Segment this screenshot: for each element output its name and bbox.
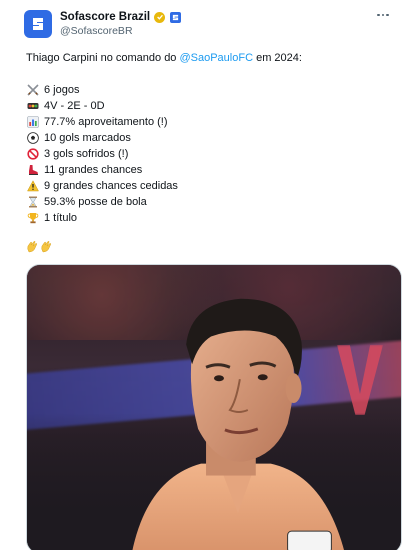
hourglass-icon: [26, 196, 39, 209]
warning-icon: [26, 180, 39, 193]
soccer-ball-icon: [26, 132, 39, 145]
affiliate-badge-icon: [170, 11, 182, 23]
stat-item: 6 jogos: [26, 82, 396, 98]
stat-item: 4V - 2E - 0D: [26, 98, 396, 114]
stat-text: 1 título: [44, 212, 78, 224]
stat-item: 3 gols sofridos (!): [26, 146, 396, 162]
intro-text-end: em 2024:: [253, 52, 302, 64]
closing-emoji-row: [26, 240, 53, 256]
more-options-icon[interactable]: [373, 9, 393, 21]
football-boot-icon: [26, 164, 39, 177]
display-name[interactable]: Sofascore Brazil: [60, 11, 150, 23]
stat-item: 59.3% posse de bola: [26, 194, 396, 210]
stat-text: 3 gols sofridos (!): [44, 148, 129, 160]
clapping-hands-icon: [27, 241, 38, 253]
stat-text: 11 grandes chances: [44, 164, 143, 176]
stats-list: 6 jogos 4V - 2E - 0D 77.7% aproveitament…: [26, 82, 396, 226]
account-name-row: Sofascore Brazil: [60, 9, 182, 25]
trophy-icon: [26, 212, 39, 225]
stat-text: 9 grandes chances cedidas: [44, 180, 178, 192]
verified-badge-icon: [154, 11, 166, 23]
sofascore-logo-icon: [33, 18, 43, 30]
stat-item: 77.7% aproveitamento (!): [26, 114, 396, 130]
traffic-light-icon: [26, 100, 39, 113]
mention-link[interactable]: @SaoPauloFC: [179, 52, 253, 64]
tweet-card: Sofascore Brazil @SofascoreBR Thiago Car…: [0, 0, 407, 550]
stat-item: 11 grandes chances: [26, 162, 396, 178]
account-avatar[interactable]: [24, 10, 52, 38]
clapping-hands-icon: [41, 241, 52, 253]
tweet-intro: Thiago Carpini no comando do @SaoPauloFC…: [26, 50, 396, 66]
intro-text: Thiago Carpini no comando do: [26, 52, 180, 64]
stat-text: 10 gols marcados: [44, 132, 131, 144]
stat-text: 77.7% aproveitamento (!): [44, 116, 168, 128]
prohibited-icon: [26, 148, 39, 161]
crossed-swords-icon: [26, 84, 39, 97]
bar-chart-icon: [26, 116, 39, 129]
coach-figure: [132, 298, 344, 550]
tweet-text: Thiago Carpini no comando do @SaoPauloFC…: [26, 50, 396, 226]
stat-item: 1 título: [26, 210, 396, 226]
stat-text: 59.3% posse de bola: [44, 196, 147, 208]
stat-text: 4V - 2E - 0D: [44, 100, 105, 112]
stat-text: 6 jogos: [44, 84, 80, 96]
stat-item: 9 grandes chances cedidas: [26, 178, 396, 194]
account-handle[interactable]: @SofascoreBR: [60, 25, 133, 37]
tweet-media-photo[interactable]: [26, 264, 402, 550]
stat-item: 10 gols marcados: [26, 130, 396, 146]
